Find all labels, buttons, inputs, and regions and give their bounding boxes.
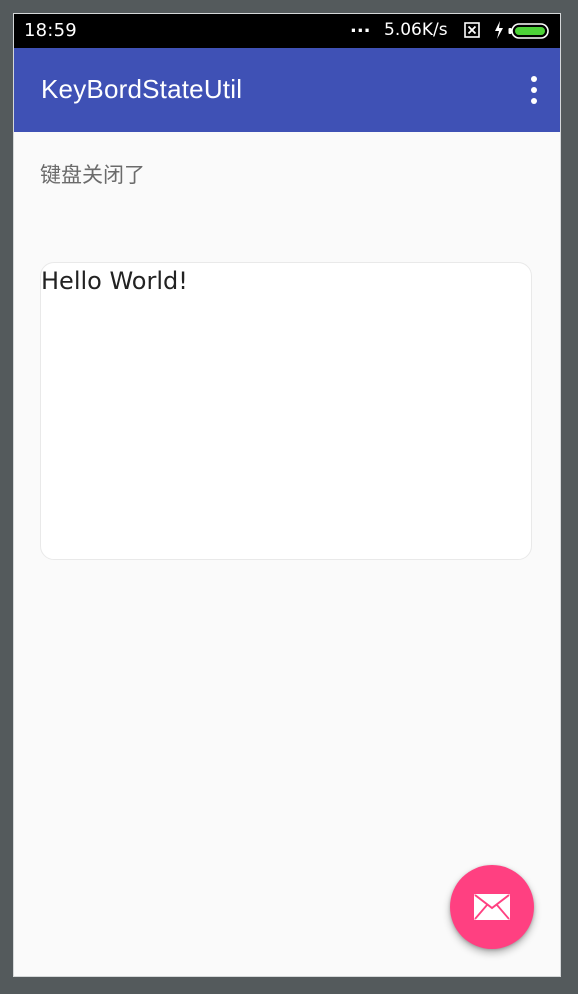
charging-bolt-icon <box>495 21 503 39</box>
menu-dot <box>531 87 537 93</box>
keyboard-status-label: 键盘关闭了 <box>40 163 145 187</box>
status-bar: 18:59 ... 5.06K/s <box>14 14 560 48</box>
network-speed: 5.06K/s <box>384 20 448 40</box>
sim-x-icon <box>464 22 480 38</box>
menu-dot <box>531 76 537 82</box>
status-dots: ... <box>350 16 371 37</box>
text-card: Hello World! <box>40 262 532 560</box>
phone-screen: 18:59 ... 5.06K/s KeyBordStateUtil 键盘关闭了… <box>13 13 561 977</box>
battery-icon <box>508 23 549 39</box>
menu-dot <box>531 98 537 104</box>
email-fab-button[interactable] <box>450 865 534 949</box>
status-time: 18:59 <box>24 20 77 41</box>
email-icon <box>474 894 510 920</box>
more-vert-icon[interactable] <box>526 72 542 108</box>
app-title: KeyBordStateUtil <box>41 74 243 104</box>
app-bar: KeyBordStateUtil <box>14 48 560 132</box>
text-input[interactable]: Hello World! <box>41 263 531 559</box>
